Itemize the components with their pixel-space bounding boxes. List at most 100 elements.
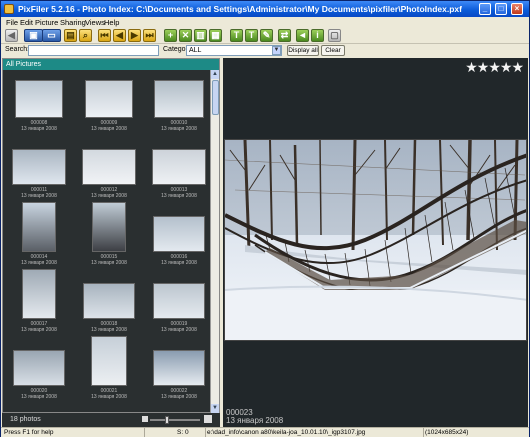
- large-thumbs-icon[interactable]: [204, 415, 212, 423]
- thumbnail-image: [82, 149, 136, 185]
- thumbnail-image: [91, 336, 127, 386]
- title-bar: PixFiler 5.2.16 - Photo Index: C:\Docume…: [1, 1, 529, 17]
- thumbnail-item[interactable]: 000020 13 января 2008: [7, 342, 71, 408]
- print-icon[interactable]: ▤: [64, 29, 77, 42]
- search-bar: Search: Category: ▼ Display all Clear: [1, 45, 529, 57]
- scroll-down-icon[interactable]: ▼: [211, 404, 219, 413]
- thumbnail-item[interactable]: 000013 13 января 2008: [147, 141, 211, 207]
- rating-stars[interactable]: ★★★★★: [465, 60, 524, 74]
- scroll-up-icon[interactable]: ▲: [211, 70, 219, 79]
- menu-file[interactable]: File: [6, 18, 18, 27]
- thumbnail-date: 13 января 2008: [91, 126, 127, 132]
- thumbnail-item[interactable]: 000019 13 января 2008: [147, 275, 211, 341]
- megaphone-icon[interactable]: ◄: [296, 29, 309, 42]
- last-icon[interactable]: ⏭: [143, 29, 156, 42]
- menu-sharing[interactable]: Sharing: [60, 18, 86, 27]
- menu-edit[interactable]: Edit: [20, 18, 33, 27]
- thumb-size-slider[interactable]: [150, 419, 200, 421]
- thumbnail-item[interactable]: 000014 13 января 2008: [7, 202, 71, 274]
- status-separator: [144, 428, 145, 437]
- thumbnail-image: [22, 269, 56, 319]
- menu-bar: File Edit Picture Sharing Views Help: [1, 17, 529, 28]
- search-input[interactable]: [28, 45, 159, 56]
- status-help: Press F1 for help: [4, 429, 54, 436]
- category-select[interactable]: [186, 45, 282, 56]
- thumbnail-date: 13 января 2008: [91, 193, 127, 199]
- thumbnail-image: [22, 202, 56, 252]
- main-photo[interactable]: [224, 139, 527, 341]
- toolbar: ◀ ▣ ▭ ▤ ⌕ ⏮ ◀ ▶ ⏭ + ✕ ▥ ▦ T T ✎ ⇄ ◄ i ▢: [1, 28, 529, 44]
- display-all-button[interactable]: Display all: [287, 45, 319, 56]
- status-separator: [423, 428, 424, 437]
- photo-count: 18 photos: [10, 416, 41, 423]
- copy-icon[interactable]: ▥: [194, 29, 207, 42]
- vertical-scrollbar[interactable]: ▲ ▼: [210, 70, 219, 413]
- winter-bridge-photo: [225, 140, 526, 340]
- slideshow-icon[interactable]: ▭: [42, 29, 61, 42]
- close-button[interactable]: ×: [511, 3, 523, 15]
- app-icon: [4, 4, 14, 14]
- thumbnail-item[interactable]: 000022 13 января 2008: [147, 342, 211, 408]
- clear-button[interactable]: Clear: [321, 45, 345, 56]
- thumbnail-item[interactable]: 000009 13 января 2008: [77, 74, 141, 140]
- slider-knob[interactable]: [165, 416, 169, 424]
- thumbnail-item[interactable]: 000015 13 января 2008: [77, 202, 141, 274]
- menu-picture[interactable]: Picture: [35, 18, 58, 27]
- minimize-button[interactable]: _: [479, 3, 491, 15]
- thumbnail-image: [152, 149, 206, 185]
- maximize-button[interactable]: □: [495, 3, 507, 15]
- thumbnail-date: 13 января 2008: [21, 260, 57, 266]
- thumbnail-item[interactable]: 000021 13 января 2008: [77, 336, 141, 408]
- open-folder-icon[interactable]: ▣: [24, 29, 43, 42]
- thumbnail-date: 13 января 2008: [21, 327, 57, 333]
- photo-viewer: ★★★★★ 000023 13 января 2008: [223, 58, 528, 427]
- thumbnail-item[interactable]: 000017 13 января 2008: [7, 269, 71, 341]
- thumbnail-image: [154, 80, 204, 118]
- thumbnail-grid: 000008 13 января 2008 000009 13 января 2008…: [3, 70, 211, 413]
- status-file-path: e:\dad_info\canon a80\keila-joa_10.01.10…: [207, 429, 366, 436]
- grid-icon[interactable]: ▦: [209, 29, 222, 42]
- thumbnail-item[interactable]: 000018 13 января 2008: [77, 275, 141, 341]
- thumbnail-date: 13 января 2008: [161, 327, 197, 333]
- first-icon[interactable]: ⏮: [98, 29, 111, 42]
- info-icon[interactable]: i: [311, 29, 324, 42]
- thumbnail-image: [153, 216, 205, 252]
- thumbnail-date: 13 января 2008: [91, 394, 127, 400]
- disabled-icon: ▢: [328, 29, 341, 42]
- thumbnail-image: [153, 283, 205, 319]
- next-icon[interactable]: ▶: [128, 29, 141, 42]
- menu-views[interactable]: Views: [85, 18, 105, 27]
- thumbnail-image: [153, 350, 205, 386]
- thumbnail-item[interactable]: 000012 13 января 2008: [77, 141, 141, 207]
- text-icon[interactable]: T: [230, 29, 243, 42]
- thumbnail-date: 13 января 2008: [161, 260, 197, 266]
- edit-icon[interactable]: ✎: [260, 29, 273, 42]
- window-title: PixFiler 5.2.16 - Photo Index: C:\Docume…: [18, 4, 462, 14]
- delete-icon[interactable]: ✕: [179, 29, 192, 42]
- app-window: PixFiler 5.2.16 - Photo Index: C:\Docume…: [0, 0, 530, 437]
- thumbnail-image: [13, 350, 65, 386]
- transfer-icon[interactable]: ⇄: [278, 29, 291, 42]
- thumbnail-item[interactable]: 000010 13 января 2008: [147, 74, 211, 140]
- status-bar: Press F1 for help S: 0 e:\dad_info\canon…: [1, 427, 529, 437]
- thumbnail-date: 13 января 2008: [161, 394, 197, 400]
- thumbnail-image: [83, 283, 135, 319]
- prev-icon[interactable]: ◀: [113, 29, 126, 42]
- star-icon[interactable]: ★: [511, 60, 524, 74]
- thumbnail-item[interactable]: 000011 13 января 2008: [7, 141, 71, 207]
- thumbnail-image: [92, 202, 126, 252]
- tag-icon[interactable]: T: [245, 29, 258, 42]
- thumbnail-item[interactable]: 000008 13 января 2008: [7, 74, 71, 140]
- back-icon[interactable]: ◀: [5, 29, 18, 42]
- thumbnail-pane: All Pictures 000008 13 января 2008 000009 1…: [2, 58, 220, 413]
- thumbnail-date: 13 января 2008: [91, 327, 127, 333]
- thumbnail-item[interactable]: 000016 13 января 2008: [147, 208, 211, 274]
- thumbnail-date: 13 января 2008: [161, 193, 197, 199]
- thumbnail-date: 13 января 2008: [91, 260, 127, 266]
- search-icon[interactable]: ⌕: [79, 29, 92, 42]
- menu-help[interactable]: Help: [104, 18, 119, 27]
- chevron-down-icon[interactable]: ▼: [272, 46, 281, 55]
- add-icon[interactable]: +: [164, 29, 177, 42]
- small-thumbs-icon[interactable]: [142, 416, 148, 422]
- scrollbar-thumb[interactable]: [212, 80, 219, 115]
